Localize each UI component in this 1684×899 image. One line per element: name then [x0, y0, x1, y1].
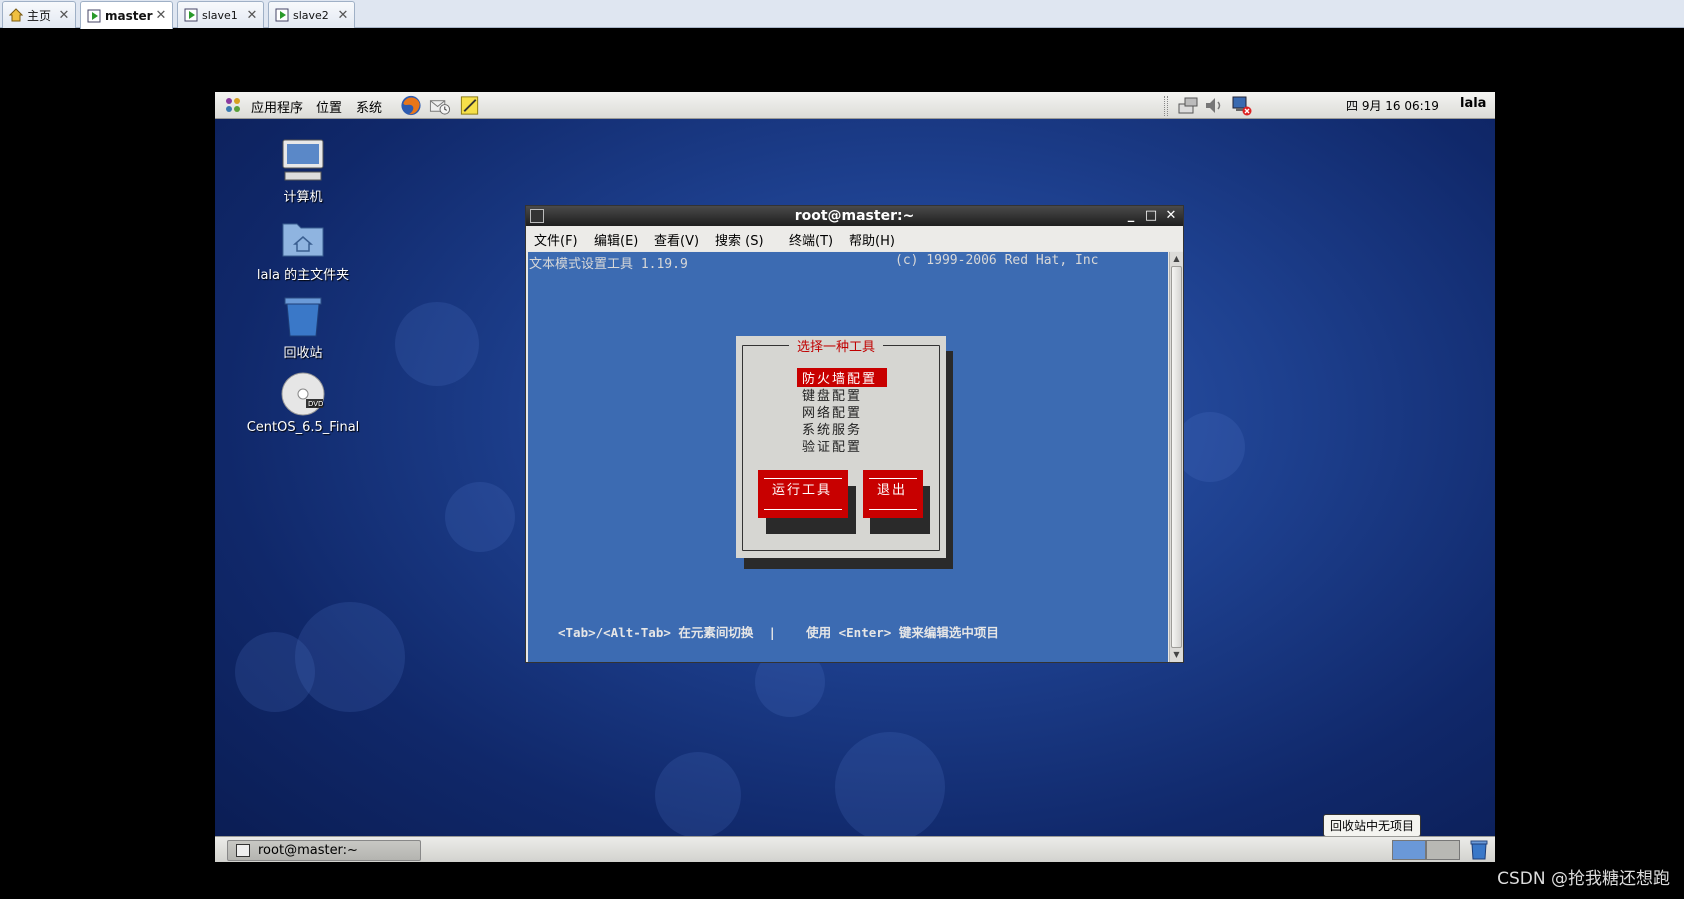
vm-running-icon	[87, 9, 101, 22]
menu-edit[interactable]: 编辑(E)	[594, 230, 638, 249]
desktop-icon-label: lala 的主文件夹	[256, 268, 350, 283]
quit-label: 退出	[869, 478, 917, 510]
top-panel: 应用程序 位置 系统 四 9月 16 06:19 lala	[215, 92, 1495, 119]
maximize-icon[interactable]: □	[1142, 206, 1160, 226]
menu-places[interactable]: 位置	[316, 97, 342, 116]
gnome-foot-icon[interactable]	[223, 95, 243, 115]
run-tool-button[interactable]: 运行工具	[758, 470, 848, 518]
tool-select-dialog: 选择一种工具 防火墙配置 键盘配置 网络配置 系统服务 验证配置 运行工具 退出	[736, 336, 946, 558]
wallpaper-bokeh	[395, 302, 479, 386]
mail-clock-icon[interactable]	[428, 94, 452, 117]
terminal-window: root@master:~ _ □ ✕ 文件(F) 编辑(E) 查看(V) 搜索…	[525, 205, 1184, 663]
bottom-panel: root@master:~	[215, 836, 1495, 862]
setup-tool-header: 文本模式设置工具 1.19.9	[529, 257, 688, 272]
panel-user[interactable]: lala	[1460, 96, 1486, 111]
workspace-2[interactable]	[1426, 840, 1460, 860]
wallpaper-bokeh	[235, 632, 315, 712]
tab-slave1[interactable]: slave1 ✕	[177, 1, 264, 28]
panel-clock[interactable]: 四 9月 16 06:19	[1346, 97, 1439, 114]
desktop-icon-home[interactable]: lala 的主文件夹	[243, 214, 363, 283]
menu-file[interactable]: 文件(F)	[534, 230, 578, 249]
desktop-icon-computer[interactable]: 计算机	[243, 136, 363, 205]
scroll-down-icon[interactable]: ▼	[1171, 649, 1182, 661]
volume-icon[interactable]	[1203, 95, 1225, 116]
terminal-menubar: 文件(F) 编辑(E) 查看(V) 搜索 (S) 终端(T) 帮助(H)	[526, 226, 1183, 251]
terminal-icon	[236, 844, 250, 857]
tab-label: slave2	[293, 8, 329, 22]
vm-tab-bar: 主页 ✕ master ✕ slave1 ✕ slave2 ✕	[0, 0, 1684, 29]
desktop-icon-label: CentOS_6.5_Final	[246, 420, 360, 435]
tab-master[interactable]: master ✕	[80, 1, 173, 29]
window-title: root@master:~	[794, 208, 915, 224]
menu-search[interactable]: 搜索 (S)	[715, 230, 764, 249]
tool-item-auth[interactable]: 验证配置	[802, 436, 862, 455]
minimize-icon[interactable]: _	[1122, 206, 1140, 226]
dvd-icon: DVD	[281, 372, 325, 416]
terminal-icon	[530, 209, 544, 223]
vm-running-icon	[184, 8, 198, 22]
scroll-thumb[interactable]	[1171, 266, 1182, 648]
computer-icon	[282, 139, 324, 181]
desktop-icon-label: 回收站	[283, 346, 323, 361]
wallpaper-bokeh	[1175, 412, 1245, 482]
window-titlebar[interactable]: root@master:~ _ □ ✕	[526, 206, 1183, 226]
menu-view[interactable]: 查看(V)	[654, 230, 699, 249]
tab-label: master	[105, 8, 153, 23]
copyright-text: (c) 1999-2006 Red Hat, Inc	[895, 253, 1099, 268]
close-icon[interactable]: ✕	[57, 8, 71, 23]
close-icon[interactable]: ✕	[154, 8, 168, 23]
home-icon	[9, 8, 23, 22]
panel-separator	[1164, 96, 1168, 116]
desktop-icon-trash[interactable]: 回收站	[243, 292, 363, 361]
menu-help[interactable]: 帮助(H)	[849, 230, 895, 249]
guest-desktop: 应用程序 位置 系统 四 9月 16 06:19 lala 计算机 lala 的…	[215, 92, 1495, 862]
menu-applications[interactable]: 应用程序	[251, 97, 303, 116]
trash-tooltip: 回收站中无项目	[1323, 814, 1422, 837]
wallpaper-bokeh	[445, 482, 515, 552]
help-line: <Tab>/<Alt-Tab> 在元素间切换 | 使用 <Enter> 键来编辑…	[558, 625, 999, 640]
tab-label: 主页	[27, 8, 52, 23]
wallpaper-bokeh	[835, 732, 945, 842]
tab-label: slave1	[202, 8, 238, 22]
desktop-icon-dvd[interactable]: DVD CentOS_6.5_Final	[243, 370, 363, 435]
menu-system[interactable]: 系统	[356, 97, 382, 116]
trash-icon[interactable]	[1470, 840, 1488, 860]
close-icon[interactable]: ✕	[245, 8, 259, 23]
tab-slave2[interactable]: slave2 ✕	[268, 1, 355, 28]
network-icon[interactable]	[1177, 95, 1199, 116]
workspace-1[interactable]	[1392, 840, 1426, 860]
firefox-icon[interactable]	[399, 94, 423, 117]
watermark: CSDN @抢我糖还想跑	[1497, 869, 1670, 889]
trash-icon	[284, 297, 322, 337]
tab-home[interactable]: 主页 ✕	[2, 1, 76, 28]
notes-icon[interactable]	[458, 94, 482, 117]
vm-running-icon	[275, 8, 289, 22]
home-folder-icon	[282, 223, 324, 257]
desktop-icon-label: 计算机	[283, 190, 323, 205]
svg-text:DVD: DVD	[308, 400, 323, 408]
terminal-screen[interactable]: 文本模式设置工具 1.19.9 (c) 1999-2006 Red Hat, I…	[528, 252, 1168, 662]
run-tool-label: 运行工具	[764, 478, 842, 510]
scroll-up-icon[interactable]: ▲	[1171, 253, 1182, 265]
quit-button[interactable]: 退出	[863, 470, 923, 518]
menu-terminal[interactable]: 终端(T)	[789, 230, 833, 249]
dialog-title: 选择一种工具	[789, 336, 884, 355]
taskbar-terminal-button[interactable]: root@master:~	[227, 840, 421, 861]
taskbar-label: root@master:~	[258, 843, 358, 858]
terminal-scrollbar[interactable]: ▲ ▼	[1169, 252, 1183, 662]
close-icon[interactable]: ✕	[336, 8, 350, 23]
close-icon[interactable]: ✕	[1162, 206, 1180, 226]
wallpaper-bokeh	[655, 752, 741, 838]
network-disconnected-icon[interactable]	[1231, 95, 1253, 116]
